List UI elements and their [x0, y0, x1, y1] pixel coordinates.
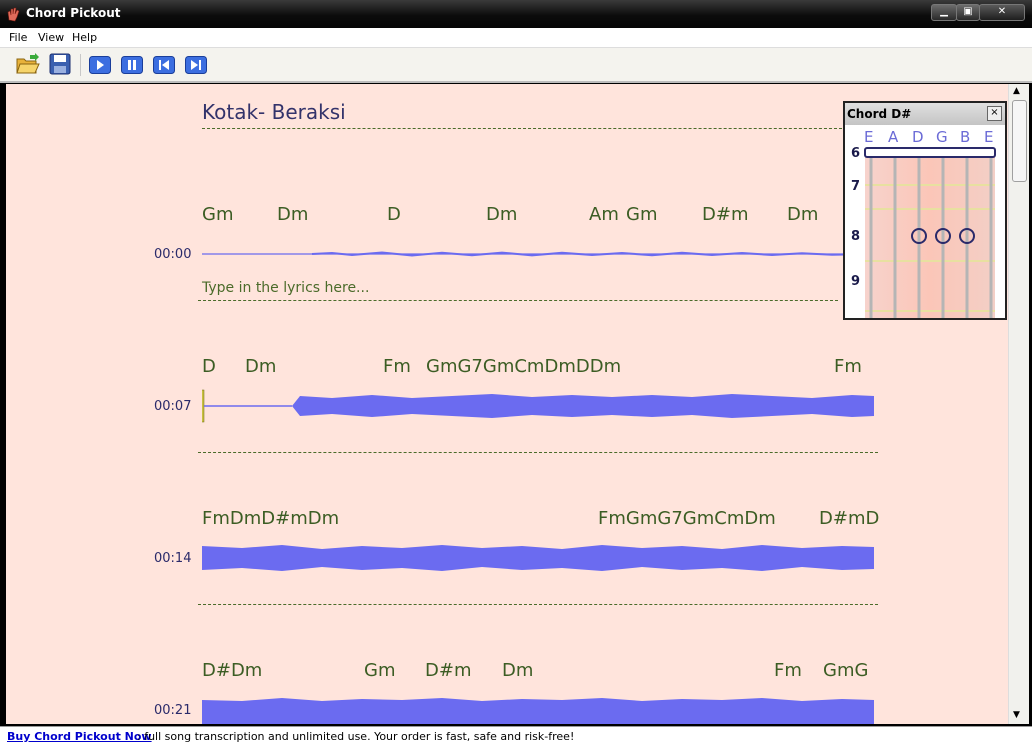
fret-number: 6: [851, 146, 861, 161]
string-label: D: [912, 128, 924, 146]
save-icon[interactable]: [49, 53, 71, 75]
fretboard-drawing: [864, 147, 996, 318]
lyrics-input[interactable]: Type in the lyrics here...: [202, 280, 369, 296]
lyrics-underline: [198, 300, 838, 301]
fret-number: 7: [851, 179, 861, 194]
status-bar: Buy Chord Pickout Now : full song transc…: [0, 726, 1032, 748]
menu-view[interactable]: View: [38, 31, 64, 44]
chord-label[interactable]: D#mD: [819, 508, 879, 529]
chord-panel-header[interactable]: Chord D# ×: [845, 103, 1005, 125]
scroll-down-icon[interactable]: ▼: [1013, 710, 1020, 720]
chord-label[interactable]: Am: [589, 204, 619, 225]
chord-label[interactable]: GmG: [823, 660, 868, 681]
lyrics-underline: [198, 604, 878, 605]
chord-label[interactable]: Dm: [502, 660, 533, 681]
timestamp: 00:00: [154, 247, 192, 262]
chord-label[interactable]: D#m: [425, 660, 471, 681]
app-hand-icon: [7, 7, 20, 22]
menu-help[interactable]: Help: [72, 31, 97, 44]
song-title[interactable]: Kotak- Beraksi: [202, 100, 346, 124]
buy-now-link[interactable]: Buy Chord Pickout Now: [7, 730, 152, 743]
chord-label[interactable]: D: [387, 204, 401, 225]
string-label: B: [960, 128, 971, 146]
maximize-button[interactable]: ▣: [956, 4, 980, 21]
chord-label[interactable]: Dm: [787, 204, 818, 225]
waveform[interactable]: [202, 234, 874, 274]
chord-panel-title: Chord D#: [847, 107, 912, 121]
toolbar-separator: [80, 54, 81, 76]
open-icon[interactable]: [16, 53, 40, 75]
timestamp: 00:14: [154, 551, 192, 566]
chord-label[interactable]: Gm: [202, 204, 233, 225]
lyrics-underline: [198, 452, 878, 453]
chord-label[interactable]: FmGmG7GmCmDm: [598, 508, 776, 529]
string-label: E: [864, 128, 874, 146]
chord-label[interactable]: D#m: [702, 204, 748, 225]
scroll-up-icon[interactable]: ▲: [1013, 86, 1020, 96]
chord-label[interactable]: Gm: [626, 204, 657, 225]
string-label: E: [984, 128, 994, 146]
fret-number: 9: [851, 274, 861, 289]
fretboard: E A D G B E 6 7 8 9: [845, 125, 1005, 318]
menu-file[interactable]: File: [9, 31, 27, 44]
fret-number: 8: [851, 229, 861, 244]
waveform[interactable]: [202, 538, 874, 578]
chord-label[interactable]: Gm: [364, 660, 395, 681]
title-underline: [202, 128, 842, 129]
string-label: A: [888, 128, 899, 146]
chord-label[interactable]: Fm: [774, 660, 802, 681]
chord-panel-close-button[interactable]: ×: [987, 106, 1002, 121]
timestamp: 00:21: [154, 703, 192, 718]
title-bar: Chord Pickout ▁ ▣ ✕: [0, 0, 1032, 28]
timestamp: 00:07: [154, 399, 192, 414]
string-label: G: [936, 128, 948, 146]
chord-label[interactable]: Dm: [245, 356, 276, 377]
chord-label[interactable]: FmDmD#mDm: [202, 508, 339, 529]
chord-label[interactable]: Dm: [277, 204, 308, 225]
play-icon[interactable]: [89, 56, 111, 74]
waveform[interactable]: [202, 386, 874, 426]
waveform[interactable]: [202, 690, 874, 724]
chord-label[interactable]: D#Dm: [202, 660, 262, 681]
scroll-thumb[interactable]: [1012, 100, 1027, 182]
close-button[interactable]: ✕: [979, 4, 1025, 21]
chord-label[interactable]: Fm: [834, 356, 862, 377]
chord-diagram-panel[interactable]: Chord D# × E A D G B E 6 7 8 9: [843, 101, 1007, 320]
skip-forward-icon[interactable]: [185, 56, 207, 74]
status-message: : full song transcription and unlimited …: [137, 730, 575, 743]
skip-back-icon[interactable]: [153, 56, 175, 74]
vertical-scrollbar[interactable]: ▲ ▼: [1008, 84, 1029, 724]
chord-label[interactable]: GmG7GmCmDmDDm: [426, 356, 621, 377]
menu-bar: File View Help: [0, 28, 1032, 48]
window-title: Chord Pickout: [26, 6, 121, 20]
chord-label[interactable]: Fm: [383, 356, 411, 377]
pause-icon[interactable]: [121, 56, 143, 74]
chord-label[interactable]: Dm: [486, 204, 517, 225]
toolbar: [0, 48, 1032, 83]
chord-label[interactable]: D: [202, 356, 216, 377]
minimize-button[interactable]: ▁: [931, 4, 957, 21]
